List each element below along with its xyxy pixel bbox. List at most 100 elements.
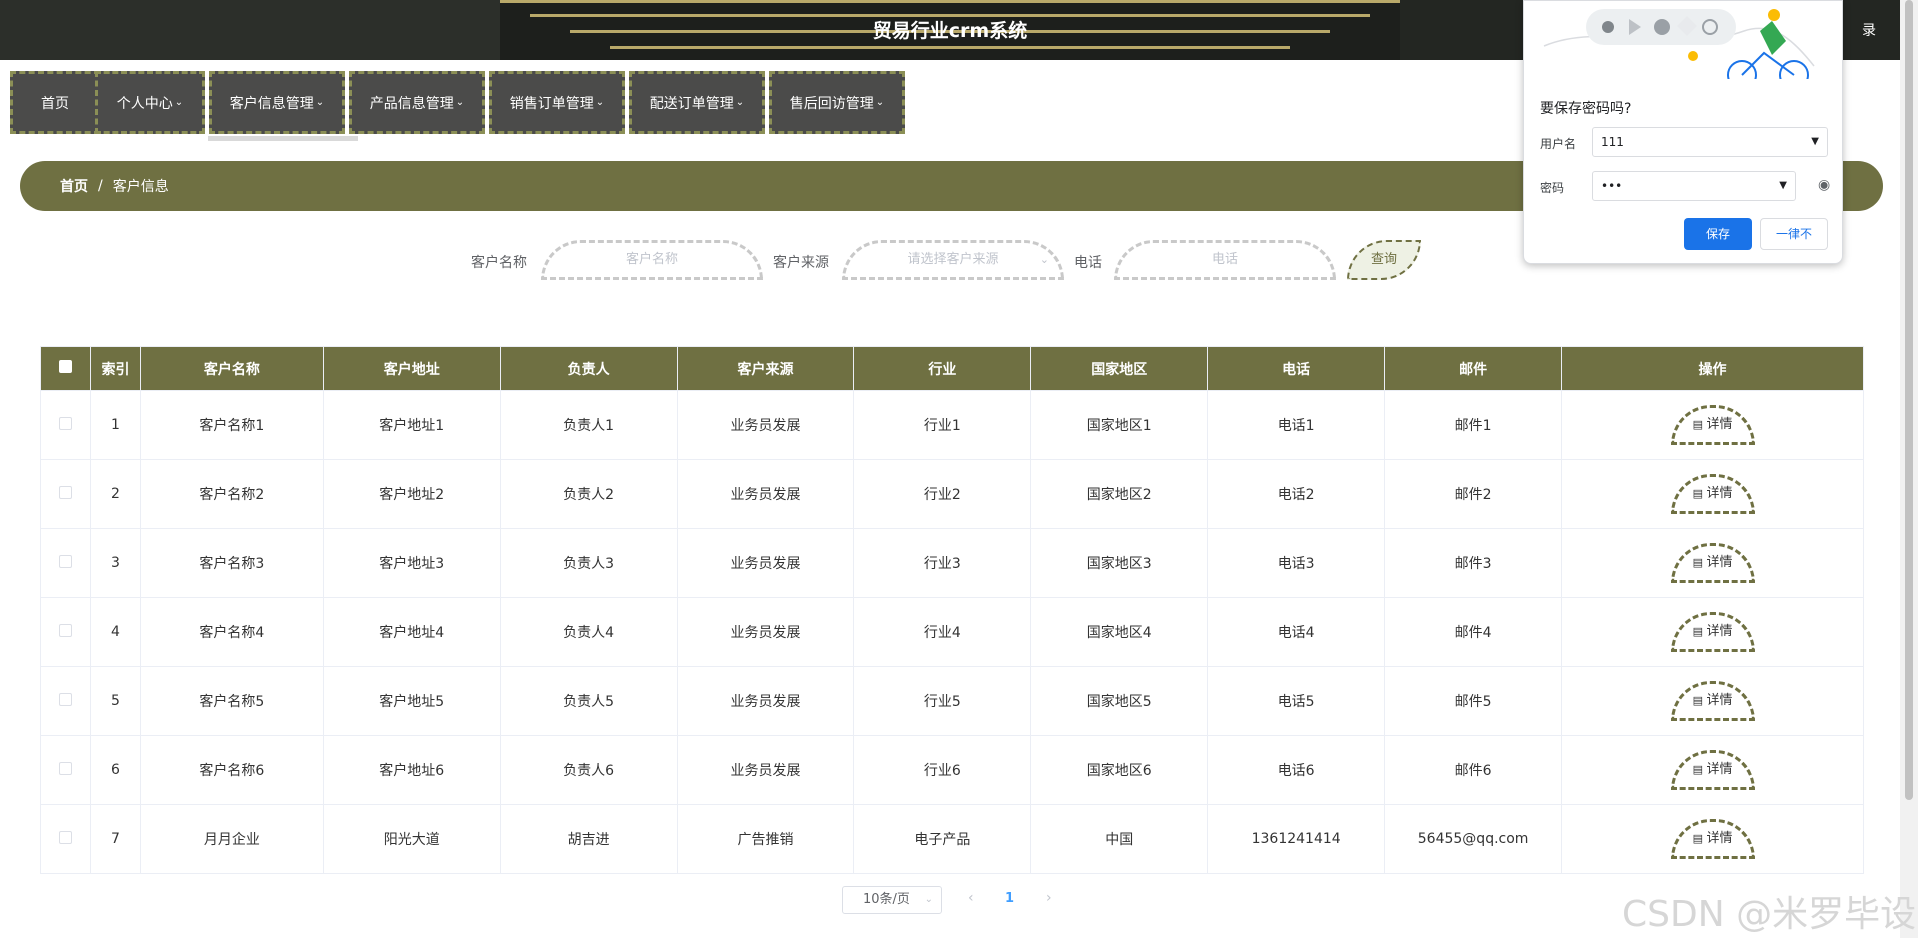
cell-phone: 电话6 [1207, 735, 1386, 805]
customer-source-select[interactable]: 请选择客户来源 ⌄ [842, 240, 1064, 280]
detail-button[interactable]: ▤ 详情 [1670, 405, 1755, 445]
password-illustration [1543, 9, 1815, 79]
chevron-down-icon: ⌄ [875, 97, 885, 108]
nav-customer-info[interactable]: 客户信息管理 ⌄ [209, 71, 345, 134]
cell-email: 邮件2 [1384, 459, 1563, 529]
nav-label: 客户信息管理 [229, 95, 314, 112]
cell-industry: 电子产品 [853, 804, 1032, 874]
cell-phone: 电话2 [1207, 459, 1386, 529]
phone-input[interactable]: 电话 [1114, 240, 1336, 280]
cell-source: 广告推销 [676, 804, 855, 874]
cell-index: 6 [89, 735, 141, 805]
row-select-cell [40, 666, 91, 736]
breadcrumb-home[interactable]: 首页 [60, 176, 88, 196]
column-header: 客户来源 [676, 346, 855, 391]
nav-after-sales[interactable]: 售后回访管理 ⌄ [769, 71, 905, 134]
breadcrumb-separator: / [98, 178, 103, 194]
cell-owner: 负责人4 [499, 597, 678, 667]
row-checkbox[interactable] [58, 623, 72, 637]
cell-email: 邮件4 [1384, 597, 1563, 667]
scrollbar-thumb[interactable] [1905, 0, 1913, 800]
row-checkbox[interactable] [58, 692, 72, 706]
logout-link[interactable]: 录 [1862, 20, 1876, 40]
nav-delivery-order[interactable]: 配送订单管理 ⌄ [629, 71, 765, 134]
detail-button-label: 详情 [1706, 624, 1733, 639]
cell-name: 客户名称4 [139, 597, 324, 667]
table-row: 6 客户名称6 客户地址6 负责人6 业务员发展 行业6 国家地区6 电话6 邮件6 ▤ 详情 [40, 735, 1864, 805]
chevron-down-icon: ⌄ [315, 97, 325, 108]
save-password-button[interactable]: 保存 [1684, 218, 1752, 250]
cell-phone: 电话3 [1207, 528, 1386, 598]
cell-address: 客户地址4 [322, 597, 501, 667]
cell-source: 业务员发展 [676, 459, 855, 529]
cell-email: 邮件3 [1384, 528, 1563, 598]
row-select-cell [40, 804, 91, 874]
row-checkbox[interactable] [58, 554, 72, 568]
cell-name: 客户名称2 [139, 459, 324, 529]
cell-index: 2 [89, 459, 141, 529]
detail-button[interactable]: ▤ 详情 [1670, 543, 1755, 583]
row-checkbox[interactable] [58, 416, 72, 430]
next-page-icon[interactable]: › [1046, 890, 1052, 906]
cell-name: 客户名称5 [139, 666, 324, 736]
nav-personal-center[interactable]: 个人中心 ⌄ [95, 71, 205, 134]
cell-actions: ▤ 详情 [1561, 459, 1864, 529]
table-row: 4 客户名称4 客户地址4 负责人4 业务员发展 行业4 国家地区4 电话4 邮件4 ▤ 详情 [40, 597, 1864, 667]
eye-icon[interactable]: ◉ [1818, 177, 1830, 193]
watermark: CSDN @米罗毕设 [1622, 894, 1917, 935]
column-header: 操作 [1561, 346, 1864, 391]
row-checkbox[interactable] [58, 761, 72, 775]
select-all-cell [40, 346, 91, 391]
prev-page-icon[interactable]: ‹ [968, 890, 974, 906]
chevron-down-icon: ⌄ [595, 97, 605, 108]
select-all-checkbox[interactable] [58, 360, 72, 373]
nav-home-label: 首页 [41, 95, 69, 112]
detail-button[interactable]: ▤ 详情 [1670, 819, 1755, 859]
cell-industry: 行业1 [853, 390, 1032, 460]
page-size-value: 10条/页 [863, 892, 910, 907]
detail-button[interactable]: ▤ 详情 [1670, 474, 1755, 514]
cell-name: 客户名称3 [139, 528, 324, 598]
cell-industry: 行业4 [853, 597, 1032, 667]
cell-industry: 行业2 [853, 459, 1032, 529]
cell-name: 客户名称1 [139, 390, 324, 460]
query-button[interactable]: 查询 [1347, 240, 1421, 280]
cell-owner: 负责人2 [499, 459, 678, 529]
chevron-down-icon: ⌄ [455, 97, 465, 108]
cell-industry: 行业3 [853, 528, 1032, 598]
cell-phone: 1361241414 [1207, 804, 1386, 874]
nav-sales-order[interactable]: 销售订单管理 ⌄ [489, 71, 625, 134]
table-row: 1 客户名称1 客户地址1 负责人1 业务员发展 行业1 国家地区1 电话1 邮件1 ▤ 详情 [40, 390, 1864, 460]
username-field[interactable]: 111 ▼ [1592, 127, 1828, 157]
cell-owner: 胡吉进 [499, 804, 678, 874]
row-checkbox[interactable] [58, 485, 72, 499]
nav-product-info[interactable]: 产品信息管理 ⌄ [349, 71, 485, 134]
page-size-select[interactable]: 10条/页 ⌄ [842, 886, 942, 914]
chevron-down-icon: ⌄ [174, 97, 184, 108]
column-header: 行业 [853, 346, 1032, 391]
cell-actions: ▤ 详情 [1561, 597, 1864, 667]
row-checkbox[interactable] [58, 830, 72, 844]
password-field[interactable]: ••• ▼ [1592, 171, 1796, 201]
cell-email: 邮件5 [1384, 666, 1563, 736]
detail-button[interactable]: ▤ 详情 [1670, 612, 1755, 652]
cell-region: 国家地区1 [1030, 390, 1209, 460]
cell-region: 国家地区2 [1030, 459, 1209, 529]
row-select-cell [40, 597, 91, 667]
cell-industry: 行业6 [853, 735, 1032, 805]
cell-industry: 行业5 [853, 666, 1032, 736]
customer-name-input[interactable]: 客户名称 [541, 240, 763, 280]
nav-home[interactable]: 首页 [10, 71, 100, 134]
cell-name: 月月企业 [139, 804, 324, 874]
current-page[interactable]: 1 [1005, 891, 1014, 906]
username-value: 111 [1601, 135, 1624, 149]
cell-index: 3 [89, 528, 141, 598]
customer-table: 索引 客户名称 客户地址 负责人 客户来源 行业 国家地区 电话 邮件 操作 1… [40, 346, 1864, 874]
detail-button[interactable]: ▤ 详情 [1670, 750, 1755, 790]
document-icon: ▤ [1692, 487, 1707, 500]
page-scrollbar[interactable] [1900, 0, 1918, 938]
detail-button[interactable]: ▤ 详情 [1670, 681, 1755, 721]
nav-label: 个人中心 [116, 95, 173, 112]
cell-source: 业务员发展 [676, 666, 855, 736]
never-save-button[interactable]: 一律不 [1760, 218, 1828, 250]
